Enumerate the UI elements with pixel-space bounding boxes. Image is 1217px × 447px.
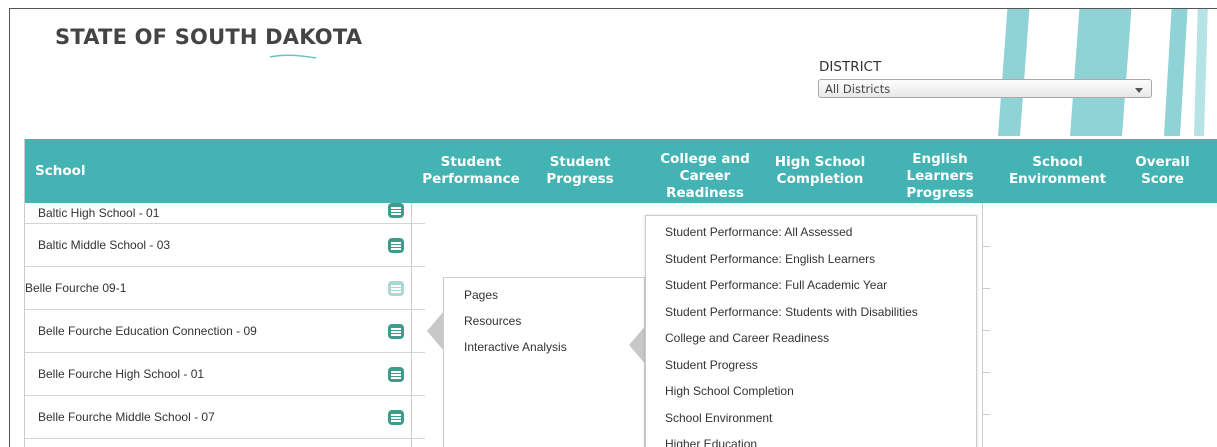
list-icon[interactable] bbox=[388, 367, 404, 382]
header-school-environment[interactable]: School Environment bbox=[1005, 139, 1110, 203]
district-select[interactable]: All Districts bbox=[818, 79, 1152, 98]
table-row[interactable]: Belle Fourche 09-1 bbox=[25, 267, 425, 310]
district-label: DISTRICT bbox=[819, 59, 882, 75]
header-college-career-readiness[interactable]: College and Career Readiness bbox=[650, 139, 760, 203]
table-row[interactable]: Belle Fourche High School - 01 bbox=[25, 353, 425, 396]
school-name: Baltic High School - 01 bbox=[38, 206, 160, 220]
school-table: School Student Performance Student Progres… bbox=[24, 139, 1217, 447]
state-title: STATE OF SOUTH DAKOTA bbox=[55, 25, 363, 49]
chevron-down-icon bbox=[1135, 88, 1143, 93]
column-divider bbox=[982, 203, 983, 447]
menu-item-resources[interactable]: Resources bbox=[464, 314, 521, 328]
table-header: School Student Performance Student Progres… bbox=[25, 139, 1217, 203]
page-frame: STATE OF SOUTH DAKOTA DISTRICT All Distr… bbox=[9, 8, 1217, 447]
row-divider-tick bbox=[982, 246, 990, 247]
title-underline-decoration bbox=[269, 54, 317, 59]
menu-pointer bbox=[427, 311, 444, 351]
submenu-item[interactable]: School Environment bbox=[665, 411, 772, 425]
header-student-progress[interactable]: Student Progress bbox=[535, 139, 625, 203]
list-icon[interactable] bbox=[388, 238, 404, 253]
header-school[interactable]: School bbox=[35, 139, 235, 203]
school-name: Belle Fourche Education Connection - 09 bbox=[38, 324, 257, 338]
table-row[interactable]: Baltic Middle School - 03 bbox=[25, 224, 425, 267]
decorative-stripes bbox=[998, 9, 1208, 136]
submenu-item[interactable]: Student Performance: Full Academic Year bbox=[665, 278, 887, 292]
submenu-item[interactable]: High School Completion bbox=[665, 384, 794, 398]
submenu-pointer bbox=[629, 325, 646, 365]
menu-item-pages[interactable]: Pages bbox=[464, 288, 498, 302]
table-row[interactable]: Belle Fourche Education Connection - 09 bbox=[25, 310, 425, 353]
header-student-performance[interactable]: Student Performance bbox=[415, 139, 527, 203]
menu-item-interactive-analysis[interactable]: Interactive Analysis bbox=[464, 340, 567, 354]
school-name: Belle Fourche Middle School - 07 bbox=[38, 410, 215, 424]
list-icon[interactable] bbox=[388, 410, 404, 425]
list-icon[interactable] bbox=[388, 324, 404, 339]
interactive-analysis-submenu: Student Performance: All Assessed Studen… bbox=[645, 215, 977, 447]
district-select-value: All Districts bbox=[825, 82, 891, 96]
context-menu: Pages Resources Interactive Analysis bbox=[443, 277, 645, 447]
submenu-item[interactable]: Student Performance: Students with Disab… bbox=[665, 305, 918, 319]
district-name: Belle Fourche 09-1 bbox=[25, 281, 127, 295]
school-name: Belle Fourche High School - 01 bbox=[38, 367, 205, 381]
row-divider-tick bbox=[982, 330, 990, 331]
submenu-item[interactable]: College and Career Readiness bbox=[665, 331, 829, 345]
submenu-item[interactable]: Student Performance: English Learners bbox=[665, 252, 875, 266]
header-overall-score[interactable]: Overall Score bbox=[1125, 139, 1200, 203]
submenu-item[interactable]: Student Performance: All Assessed bbox=[665, 225, 852, 239]
row-divider-tick bbox=[982, 372, 990, 373]
list-icon[interactable] bbox=[388, 281, 404, 296]
list-icon[interactable] bbox=[388, 203, 404, 218]
row-divider-tick bbox=[982, 414, 990, 415]
header-high-school-completion[interactable]: High School Completion bbox=[765, 139, 875, 203]
table-row[interactable]: Belle Fourche Middle School - 07 bbox=[25, 396, 425, 439]
submenu-item[interactable]: Student Progress bbox=[665, 358, 758, 372]
row-divider-tick bbox=[982, 288, 990, 289]
school-list: Baltic High School - 01 Baltic Middle Sc… bbox=[25, 203, 425, 439]
table-row[interactable]: Baltic High School - 01 bbox=[25, 203, 425, 224]
header-english-learners-progress[interactable]: English Learners Progress bbox=[895, 139, 985, 203]
school-name: Baltic Middle School - 03 bbox=[38, 238, 171, 252]
